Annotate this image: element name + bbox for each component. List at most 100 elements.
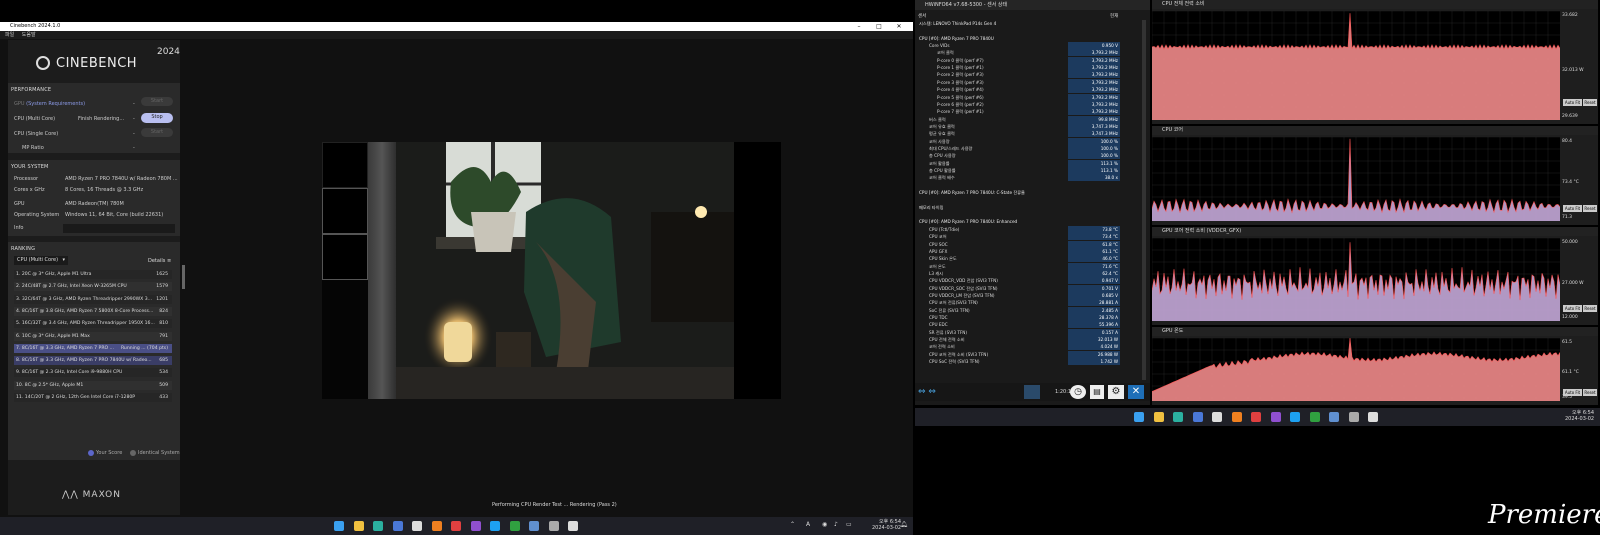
maximize-button[interactable]: □ — [872, 22, 886, 31]
report-icon[interactable]: ▤ — [1090, 385, 1104, 399]
edge-browser-icon[interactable] — [1173, 412, 1183, 422]
auto-fit-button[interactable]: Auto Fit — [1563, 305, 1582, 313]
auto-fit-button[interactable]: Auto Fit — [1563, 389, 1582, 397]
file-explorer-icon[interactable] — [353, 521, 364, 531]
sensor-row[interactable]: CPU 코어 전류(SVI3 TFN) 28.881 A — [915, 299, 1125, 307]
xbox-icon[interactable] — [509, 521, 520, 531]
twitter-icon[interactable] — [490, 521, 500, 531]
reset-button[interactable]: Reset — [1583, 389, 1597, 397]
sensor-row[interactable]: CPU VDDCR_SOC 전압 (SVI3 TFN) 0.701 V — [915, 284, 1125, 292]
sensor-row[interactable]: P-core 6 클럭 (perf #2) 3,793.2 MHz — [915, 100, 1125, 108]
sensor-row[interactable]: CPU [#0]: AMD Ryzen 7 PRO 7840U — [915, 35, 1125, 42]
gpu-start-button[interactable]: Start — [141, 97, 173, 106]
sensor-row[interactable]: 코어 전력 소비 4.024 W — [915, 343, 1125, 351]
windows-start-icon[interactable] — [334, 521, 344, 531]
tray-chevron-icon[interactable]: ⌃ — [790, 521, 795, 528]
reset-button[interactable]: Reset — [1583, 205, 1597, 213]
ranking-dropdown[interactable]: CPU (Multi Core) ▾ — [14, 256, 68, 265]
sensor-row[interactable]: APU GFX 61.1 °C — [915, 247, 1125, 255]
sensor-row[interactable]: CPU EDC 55.396 A — [915, 321, 1125, 329]
obs-icon[interactable] — [1212, 412, 1222, 422]
sensor-row[interactable]: Core VIDs 0.950 V — [915, 42, 1125, 50]
taskbar-clock-2[interactable]: 오후 6:54 2024-03-02 — [1565, 409, 1594, 422]
sensor-row[interactable]: CPU 코어 전력 소비 (SVI3 TFN) 26.988 W — [915, 350, 1125, 358]
xbox-icon[interactable] — [1309, 412, 1320, 422]
store-icon[interactable] — [392, 521, 403, 531]
info-field[interactable] — [63, 224, 175, 233]
sensor-row[interactable]: P-core 4 클럭 (perf #4) 3,793.2 MHz — [915, 86, 1125, 94]
sensor-row[interactable]: CPU [#0]: AMD Ryzen 7 PRO 7840U: Enhance… — [915, 218, 1125, 225]
store-icon[interactable] — [1192, 412, 1203, 422]
sensor-row[interactable]: 버스 클럭 99.8 MHz — [915, 115, 1125, 123]
sensor-row[interactable]: CPU SoC 전력 (SVI3 TFN) 1.742 W — [915, 358, 1125, 366]
nav-arrows-icon[interactable]: ⇔ ⇔ — [918, 387, 952, 397]
sensor-row[interactable]: L3 캐시 62.4 °C — [915, 269, 1125, 277]
sensor-row[interactable]: P-core 0 클럭 (perf #7) 3,793.2 MHz — [915, 56, 1125, 64]
sensor-row[interactable]: P-core 1 클럭 (perf #1) 3,793.2 MHz — [915, 64, 1125, 72]
office-icon[interactable] — [451, 521, 461, 531]
cinebench-app-icon[interactable] — [1368, 412, 1378, 422]
sensor-row[interactable] — [915, 27, 1125, 34]
ranking-row[interactable]: 6. 10C @ 3* GHz, Apple M1 Max 791 — [14, 331, 172, 341]
sensor-row[interactable]: P-core 2 클럭 (perf #3) 3,793.2 MHz — [915, 71, 1125, 79]
edge-browser-icon[interactable] — [373, 521, 383, 531]
auto-fit-button[interactable]: Auto Fit — [1563, 99, 1582, 107]
sensor-row[interactable]: 코어 온도 71.6 °C — [915, 262, 1125, 270]
settings-gear-icon[interactable]: ⚙ — [1108, 385, 1124, 399]
sensor-row[interactable]: CPU 전체 전력 소비 32.013 W — [915, 336, 1125, 344]
sensor-row[interactable]: CPU 코어 73.4 °C — [915, 233, 1125, 241]
ranking-scrollbar[interactable] — [182, 265, 185, 289]
menu-help[interactable]: 도움말 — [22, 32, 36, 38]
network-sensors-icon[interactable] — [1024, 385, 1040, 399]
sensor-row[interactable] — [915, 182, 1125, 189]
sensor-row[interactable]: 코어 사용량 100.0 % — [915, 137, 1125, 145]
ranking-row[interactable]: 3. 32C/64T @ 3 GHz, AMD Ryzen Threadripp… — [14, 294, 172, 304]
sensor-row[interactable]: 평균 유효 클럭 3,747.3 MHz — [915, 130, 1125, 138]
hwinfo-scrollbar[interactable] — [1142, 20, 1146, 380]
office-icon[interactable] — [1251, 412, 1261, 422]
minimize-button[interactable]: – — [852, 22, 866, 31]
ranking-row[interactable]: 1. 20C @ 3* GHz, Apple M1 Ultra 1625 — [14, 270, 172, 279]
sensor-row[interactable]: SR 전류 (SVI3 TFN) 0.157 A — [915, 328, 1125, 336]
ranking-row[interactable]: 8. 8C/16T @ 3.3 GHz, AMD Ryzen 7 PRO 784… — [14, 356, 172, 366]
notification-bell-icon[interactable]: 🔔︎ — [900, 521, 908, 528]
cpu-single-start-button[interactable]: Start — [141, 128, 173, 137]
reset-button[interactable]: Reset — [1583, 99, 1597, 107]
battery-icon[interactable]: ▭ — [846, 521, 852, 528]
sensor-row[interactable]: CPU SOC 61.8 °C — [915, 240, 1125, 248]
ranking-row[interactable]: 9. 8C/16T @ 2.3 GHz, Intel Core i9-9880H… — [14, 368, 172, 378]
close-button[interactable]: ✕ — [892, 22, 906, 31]
cinebench-app-icon[interactable] — [568, 521, 578, 531]
network-icon[interactable]: ◉ — [822, 521, 827, 528]
sensor-row[interactable]: 총 CPU 사용량 100.0 % — [915, 152, 1125, 160]
ranking-row[interactable]: 2. 24C/48T @ 2.7 GHz, Intel Xeon W-3265M… — [14, 282, 172, 292]
search-icon[interactable] — [1231, 412, 1242, 422]
ranking-row[interactable]: 5. 16C/32T @ 3.4 GHz, AMD Ryzen Threadri… — [14, 319, 172, 329]
windows-start-icon[interactable] — [1134, 412, 1144, 422]
sensor-row[interactable]: CPU [#0]: AMD Ryzen 7 PRO 7840U: C-State… — [915, 189, 1125, 196]
close-sensors-icon[interactable]: ✕ — [1128, 385, 1144, 399]
sensor-row[interactable]: P-core 7 클럭 (perf #1) 3,793.2 MHz — [915, 108, 1125, 116]
ranking-row[interactable]: 10. 8C @ 2.5* GHz, Apple M1 509 — [14, 380, 172, 390]
reset-button[interactable]: Reset — [1583, 305, 1597, 313]
sensor-row[interactable]: CPU VDDCR_LM 전압 (SVI3 TFN) 0.685 V — [915, 291, 1125, 299]
sensor-row[interactable]: 시스템: LENOVO ThinkPad P14s Gen 4 — [915, 20, 1125, 27]
ranking-row[interactable]: 7. 8C/16T @ 3.3 GHz, AMD Ryzen 7 PRO ...… — [14, 343, 172, 353]
hwinfo-app-icon[interactable] — [529, 521, 539, 531]
sensor-row[interactable]: 코어 활용률 113.1 % — [915, 159, 1125, 167]
ime-indicator[interactable]: A — [806, 521, 810, 528]
search-icon[interactable] — [431, 521, 442, 531]
twitter-icon[interactable] — [1290, 412, 1300, 422]
sensor-row[interactable]: CPU Skin 온도 46.0 °C — [915, 255, 1125, 263]
sensor-row[interactable]: 코어 클럭 배수 38.0 x — [915, 174, 1125, 182]
sensor-row[interactable] — [915, 196, 1125, 203]
volume-icon[interactable]: ♪ — [834, 521, 838, 528]
onenote-icon[interactable] — [1270, 412, 1281, 422]
sensor-row[interactable]: CPU (Tctl/Tdie) 73.8 °C — [915, 225, 1125, 233]
sensor-row[interactable]: 최대 CPU/스레드 사용량 100.0 % — [915, 144, 1125, 152]
cpu-multi-stop-button[interactable]: Stop — [141, 113, 173, 123]
ranking-row[interactable]: 4. 8C/16T @ 3.8 GHz, AMD Ryzen 7 5800X 8… — [14, 306, 172, 316]
sensor-row[interactable]: 코어 유효 클럭 3,747.3 MHz — [915, 122, 1125, 130]
taskbar-clock[interactable]: 오후 6:54 2024-03-02 — [872, 518, 901, 531]
sensor-row[interactable] — [915, 211, 1125, 218]
